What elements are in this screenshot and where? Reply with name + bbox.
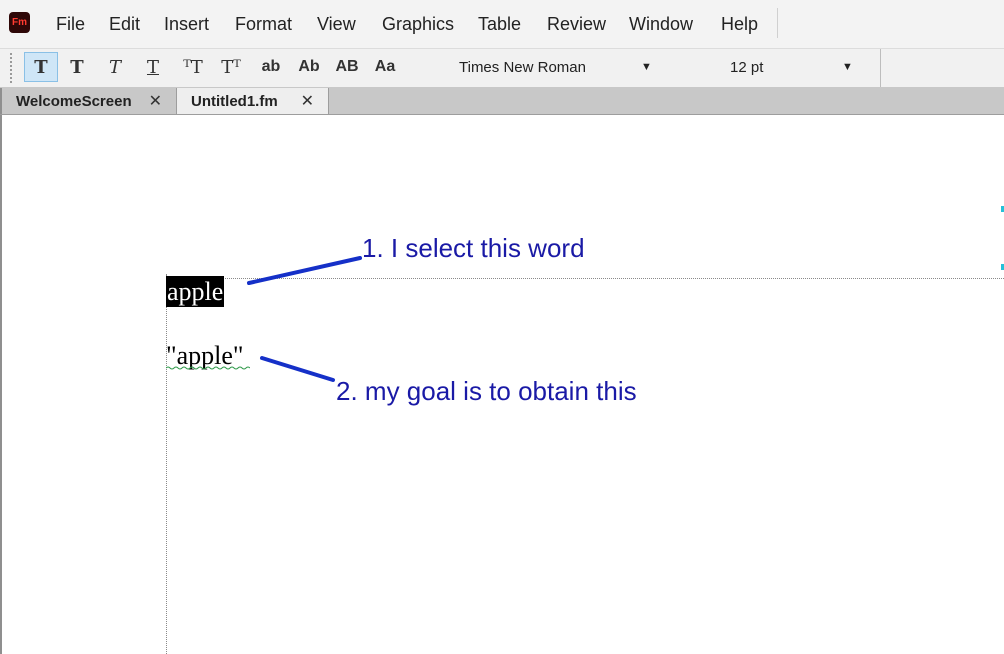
selected-word[interactable]: apple — [166, 276, 225, 307]
menu-edit[interactable]: Edit — [109, 14, 140, 35]
menu-insert[interactable]: Insert — [164, 14, 209, 35]
text-frame-left-border — [166, 274, 167, 654]
menu-review[interactable]: Review — [547, 14, 606, 35]
plain-text-button[interactable]: T — [24, 52, 58, 82]
close-icon[interactable]: ✕ — [149, 91, 162, 111]
menu-help[interactable]: Help — [721, 14, 758, 35]
menu-table[interactable]: Table — [478, 14, 521, 35]
text-frame-top-border — [166, 278, 1004, 279]
font-size-value: 12 pt — [730, 58, 764, 76]
menu-view[interactable]: View — [317, 14, 356, 35]
font-size-dropdown[interactable]: 12 pt ▼ — [730, 52, 860, 82]
uppercase-button[interactable]: AB — [330, 52, 364, 82]
annotation-step2: 2. my goal is to obtain this — [336, 376, 637, 406]
tab-label: Untitled1.fm — [191, 92, 278, 110]
lowercase-button[interactable]: ab — [254, 52, 288, 82]
menu-window[interactable]: Window — [629, 14, 693, 35]
font-family-dropdown[interactable]: Times New Roman ▼ — [459, 52, 659, 82]
toolbar-separator — [880, 49, 881, 87]
menu-separator — [777, 8, 778, 38]
menu-format[interactable]: Format — [235, 14, 292, 35]
subscript-button[interactable]: Tᵀ — [214, 52, 248, 82]
annotation-step1: 1. I select this word — [362, 233, 585, 263]
underline-button[interactable]: T — [136, 52, 170, 82]
initial-caps-button[interactable]: Ab — [292, 52, 326, 82]
menu-file[interactable]: File — [56, 14, 85, 35]
chevron-down-icon: ▼ — [842, 61, 853, 73]
spellcheck-squiggle — [166, 366, 250, 370]
chevron-down-icon: ▼ — [641, 61, 652, 73]
formatting-toolbar: T T T T ᵀT Tᵀ ab Ab AB Aa Times New Roma… — [0, 48, 1004, 88]
tab-label: WelcomeScreen — [16, 92, 132, 110]
menu-graphics[interactable]: Graphics — [382, 14, 454, 35]
document-tab-bar: WelcomeScreen ✕ Untitled1.fm ✕ — [0, 87, 1004, 115]
menu-bar: Fm File Edit Insert Format View Graphics… — [0, 0, 1004, 48]
italic-button[interactable]: T — [98, 52, 132, 82]
change-case-button[interactable]: Aa — [368, 52, 402, 82]
font-family-value: Times New Roman — [459, 58, 586, 76]
bold-button[interactable]: T — [60, 52, 94, 82]
toolbar-grip[interactable] — [10, 53, 12, 83]
app-logo: Fm — [9, 12, 30, 33]
tab-untitled1[interactable]: Untitled1.fm ✕ — [177, 88, 329, 114]
superscript-button[interactable]: ᵀT — [176, 52, 210, 82]
tab-welcome-screen[interactable]: WelcomeScreen ✕ — [0, 88, 177, 114]
close-icon[interactable]: ✕ — [301, 91, 314, 111]
